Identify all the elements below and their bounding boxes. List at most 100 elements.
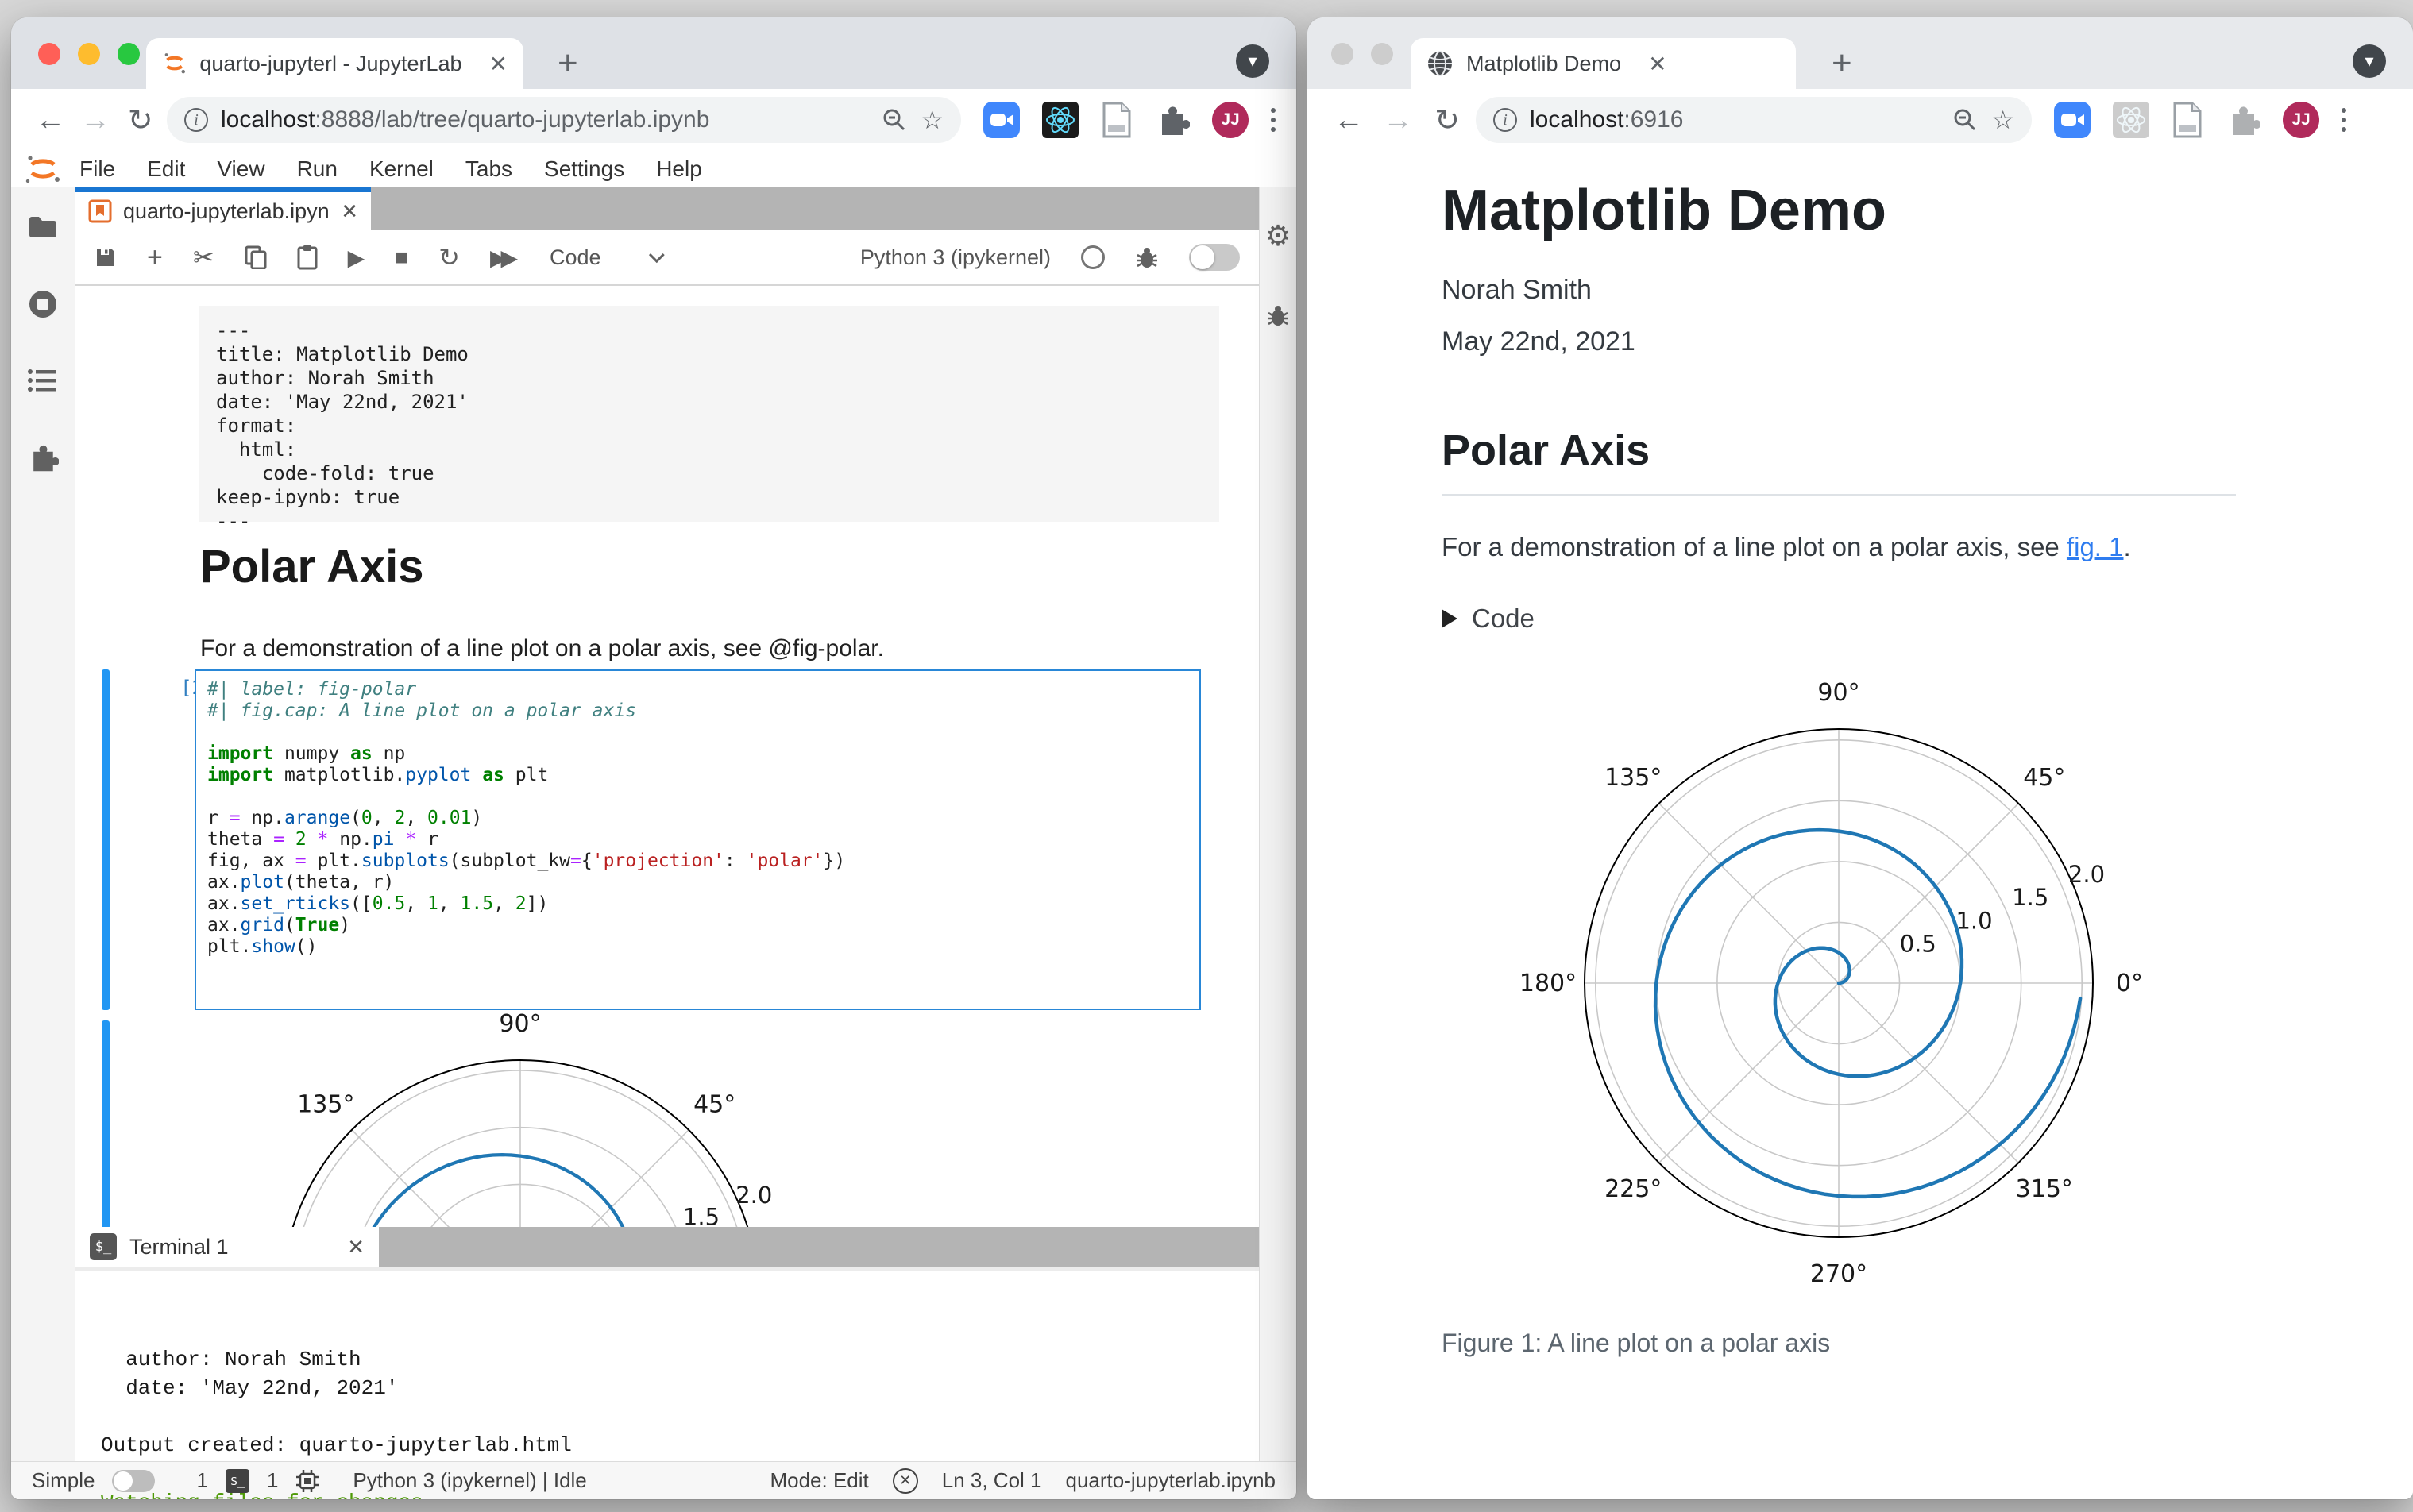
minimize-window-button[interactable] (1371, 43, 1393, 65)
copy-cells-icon[interactable] (245, 245, 267, 269)
svg-text:1.5: 1.5 (683, 1204, 720, 1227)
left-tabstrip: quarto-jupyterl - JupyterLab ✕ + ▾ (11, 17, 1296, 89)
kernel-count: 1 (266, 1468, 279, 1492)
zoom-app-icon[interactable] (2054, 102, 2091, 138)
figure-crossref-link[interactable]: fig. 1 (2067, 532, 2124, 561)
simple-mode-toggle[interactable] (112, 1469, 156, 1492)
add-cell-icon[interactable]: + (147, 242, 163, 273)
site-info-icon[interactable]: i (184, 108, 209, 132)
terminal-output[interactable]: author: Norah Smith date: 'May 22nd, 202… (75, 1267, 1259, 1499)
close-tab-icon[interactable]: ✕ (1648, 51, 1666, 77)
new-tab-button[interactable]: + (1832, 40, 1852, 87)
notebook-content[interactable]: --- title: Matplotlib Demo author: Norah S… (75, 286, 1259, 1227)
extension-manager-icon[interactable] (27, 442, 59, 473)
notebook-output-figure: 0°45°90°135°180°225°270°315°0.51.01.52.0 (218, 997, 822, 1227)
cut-cells-icon[interactable]: ✂ (193, 242, 214, 272)
back-button[interactable]: ← (32, 103, 69, 137)
restart-kernel-icon[interactable]: ↻ (438, 242, 460, 272)
debugger-sidebar-bug-icon[interactable] (1266, 303, 1290, 327)
svg-text:1.0: 1.0 (1955, 907, 1992, 934)
terminal-tab[interactable]: $_ Terminal 1 ✕ (75, 1227, 379, 1267)
running-sessions-icon[interactable] (28, 289, 58, 319)
trust-indicator-icon[interactable]: ✕ (892, 1468, 918, 1494)
menu-tabs[interactable]: Tabs (450, 156, 528, 182)
close-window-button[interactable] (1331, 43, 1353, 65)
browser-menu-icon[interactable] (2342, 108, 2346, 132)
table-of-contents-icon[interactable] (28, 368, 58, 392)
minimize-window-button[interactable] (78, 43, 100, 65)
profile-avatar[interactable]: JJ (1212, 102, 1249, 138)
zoom-out-icon[interactable] (881, 106, 908, 133)
document-extension-icon[interactable] (2172, 102, 2203, 138)
left-browser-toolbar: ← → ↻ i localhost:8888/lab/tree/quarto-j… (11, 89, 1296, 151)
kernel-name-button[interactable]: Python 3 (ipykernel) (860, 245, 1051, 270)
code-cell-editor[interactable]: #| label: fig-polar #| fig.cap: A line pl… (195, 669, 1201, 1010)
reload-button[interactable]: ↻ (122, 102, 159, 138)
svg-text:2.0: 2.0 (2068, 861, 2105, 888)
stop-kernel-icon[interactable]: ■ (395, 245, 408, 270)
bookmark-star-icon[interactable]: ☆ (1991, 105, 2014, 135)
terminal-count: 1 (196, 1468, 208, 1492)
save-icon[interactable] (95, 246, 117, 268)
tab-search-button[interactable]: ▾ (2353, 44, 2386, 78)
close-notebook-tab-icon[interactable]: ✕ (341, 199, 358, 224)
close-window-button[interactable] (38, 43, 60, 65)
paste-cells-icon[interactable] (297, 245, 318, 270)
extensions-puzzle-icon[interactable] (1155, 102, 1191, 137)
close-tab-icon[interactable]: ✕ (489, 51, 508, 77)
kernel-status-text[interactable]: Python 3 (ipykernel) | Idle (353, 1468, 586, 1493)
code-fold-disclosure[interactable]: Code (1442, 604, 2413, 634)
zoom-app-icon[interactable] (983, 102, 1021, 138)
tab-search-button[interactable]: ▾ (1236, 44, 1269, 78)
menu-file[interactable]: File (64, 156, 131, 182)
window-controls[interactable] (38, 43, 140, 65)
output-collapser[interactable] (102, 1020, 110, 1227)
cell-collapser[interactable] (102, 669, 110, 1010)
notebook-tab[interactable]: quarto-jupyterlab.ipynb ✕ (75, 187, 371, 230)
address-bar[interactable]: i localhost:8888/lab/tree/quarto-jupyter… (167, 97, 962, 143)
reload-button[interactable]: ↻ (1427, 102, 1468, 138)
simple-mode-label: Simple (32, 1468, 95, 1492)
zoom-out-icon[interactable] (1952, 106, 1979, 133)
address-bar[interactable]: i localhost:6916 ☆ (1476, 97, 2032, 143)
profile-avatar[interactable]: JJ (2283, 102, 2319, 138)
menu-edit[interactable]: Edit (131, 156, 201, 182)
url-text[interactable]: localhost:8888/lab/tree/quarto-jupyterla… (221, 106, 709, 133)
menu-help[interactable]: Help (640, 156, 718, 182)
browser-tab[interactable]: Matplotlib Demo ✕ (1411, 38, 1796, 89)
raw-yaml-cell[interactable]: --- title: Matplotlib Demo author: Norah S… (199, 306, 1219, 532)
react-devtools-icon[interactable] (2113, 102, 2149, 138)
forward-button[interactable]: → (1377, 103, 1419, 137)
menu-run[interactable]: Run (281, 156, 353, 182)
document-extension-icon[interactable] (1101, 102, 1133, 138)
restart-run-all-icon[interactable]: ▶▶ (490, 245, 518, 271)
new-tab-button[interactable]: + (558, 40, 578, 87)
menu-kernel[interactable]: Kernel (353, 156, 450, 182)
browser-tab[interactable]: quarto-jupyterl - JupyterLab ✕ (146, 38, 523, 89)
menu-view[interactable]: View (201, 156, 280, 182)
url-text[interactable]: localhost:6916 (1530, 106, 1683, 133)
back-button[interactable]: ← (1328, 103, 1369, 137)
close-terminal-tab-icon[interactable]: ✕ (347, 1235, 365, 1259)
extensions-puzzle-icon[interactable] (2226, 102, 2260, 137)
debugger-toggle[interactable] (1189, 244, 1240, 271)
cursor-position-indicator[interactable]: Ln 3, Col 1 (942, 1468, 1042, 1493)
property-inspector-gear-icon[interactable]: ⚙ (1265, 219, 1291, 253)
kernel-status-icon (1081, 245, 1105, 269)
terminal-count-icon[interactable]: $_ (225, 1468, 249, 1493)
notebook-mode-indicator[interactable]: Mode: Edit (770, 1468, 868, 1493)
browser-menu-icon[interactable] (1271, 108, 1276, 132)
debugger-bug-icon[interactable] (1135, 245, 1159, 269)
file-browser-icon[interactable] (28, 214, 58, 240)
chevron-down-icon (648, 247, 665, 264)
cell-type-dropdown[interactable]: Code (550, 245, 665, 270)
forward-button[interactable]: → (77, 103, 114, 137)
bookmark-star-icon[interactable]: ☆ (921, 105, 944, 135)
terminal-icon: $_ (90, 1233, 117, 1260)
react-devtools-icon[interactable] (1042, 102, 1079, 138)
kernel-count-icon[interactable] (295, 1469, 319, 1493)
zoom-window-button[interactable] (118, 43, 140, 65)
site-info-icon[interactable]: i (1493, 108, 1517, 132)
run-cell-icon[interactable]: ▶ (348, 245, 365, 271)
menu-settings[interactable]: Settings (528, 156, 640, 182)
